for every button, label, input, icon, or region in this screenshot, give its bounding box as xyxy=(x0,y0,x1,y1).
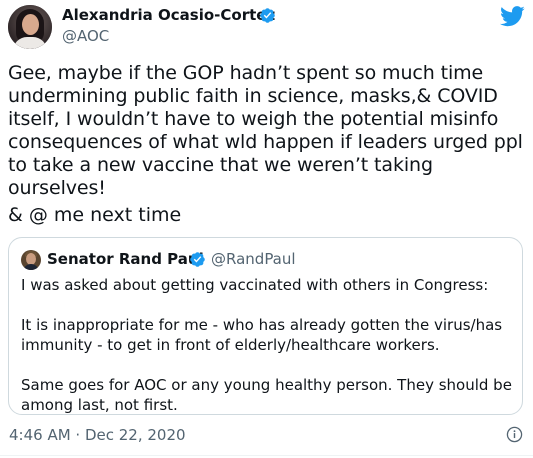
quoted-author-handle[interactable]: @RandPaul xyxy=(211,248,296,270)
info-icon[interactable] xyxy=(506,426,523,443)
tweet-text: Gee, maybe if the GOP hadn’t spent so mu… xyxy=(8,62,523,199)
quoted-tweet-text: I was asked about getting vaccinated wit… xyxy=(21,276,512,414)
twitter-bird-icon[interactable] xyxy=(500,6,525,27)
embedded-tweet: Alexandria Ocasio-Cortez @AOC Gee, maybe… xyxy=(0,0,533,458)
author-avatar[interactable] xyxy=(8,5,52,49)
quoted-tweet-card[interactable]: Senator Rand Paul @RandPaul I was asked … xyxy=(8,237,523,415)
divider xyxy=(0,455,533,456)
quoted-author-name[interactable]: Senator Rand Paul xyxy=(47,248,204,270)
author-handle[interactable]: @AOC xyxy=(62,26,109,46)
author-name[interactable]: Alexandria Ocasio-Cortez xyxy=(62,5,275,25)
verified-badge-icon xyxy=(190,252,205,267)
tweet-text-continuation: & @ me next time xyxy=(8,204,182,226)
verified-badge-icon xyxy=(260,8,275,23)
quoted-author-avatar[interactable] xyxy=(21,250,41,270)
tweet-timestamp[interactable]: 4:46 AM · Dec 22, 2020 xyxy=(9,425,186,445)
